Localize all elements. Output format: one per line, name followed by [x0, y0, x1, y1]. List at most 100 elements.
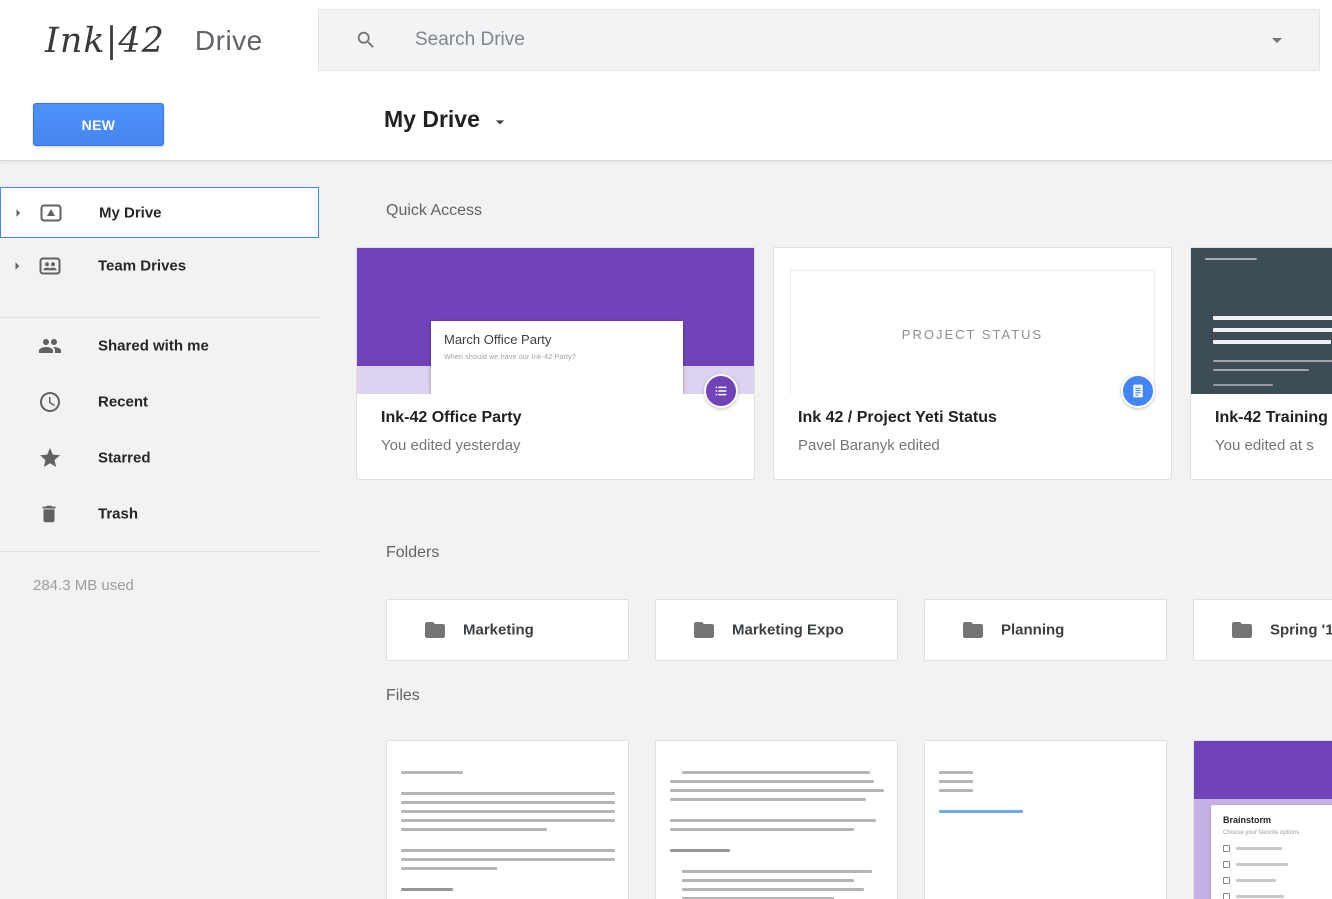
expand-arrow-icon[interactable]	[8, 257, 26, 275]
file-subtitle: Pavel Baranyk edited	[798, 437, 1147, 454]
form-preview-title: March Office Party	[444, 332, 670, 347]
form-subtitle: Choose your favorite options	[1223, 830, 1332, 836]
logo[interactable]: Ink|42 Drive	[45, 14, 263, 68]
folder-card-marketing[interactable]: Marketing	[386, 599, 629, 661]
quick-access-card-training[interactable]: Ink-42 Training You edited at s	[1190, 247, 1332, 480]
form-body: Brainstorm Choose your favorite options	[1194, 799, 1332, 899]
files-label: Files	[386, 687, 420, 705]
app-header: Ink|42 Drive	[0, 0, 1332, 81]
chevron-down-icon	[490, 112, 510, 132]
mock-text-line	[1213, 369, 1309, 371]
mock-text-line	[682, 888, 864, 891]
toolbar: NEW My Drive	[0, 81, 1332, 161]
mock-text-line	[670, 780, 874, 783]
mock-text-line	[670, 789, 884, 792]
folder-card-marketing-expo[interactable]: Marketing Expo	[655, 599, 898, 661]
folder-name: Planning	[1001, 622, 1064, 639]
mock-text-line	[1213, 360, 1332, 362]
spacer	[387, 891, 628, 899]
spacer	[387, 870, 628, 882]
card-footer: Ink-42 Office Party You edited yesterday	[357, 394, 754, 479]
mock-text-line	[1236, 879, 1276, 882]
mock-text-line	[1213, 328, 1332, 332]
search-bar[interactable]	[318, 9, 1320, 71]
folder-name: Spring '1	[1270, 622, 1332, 639]
mock-text-line	[682, 879, 854, 882]
content-area: My Drive Team Drives Shared with me Rece…	[0, 161, 1332, 899]
quick-access-card-project-yeti[interactable]: PROJECT STATUS Ink 42 / Project Yeti Sta…	[773, 247, 1172, 480]
checkbox-icon	[1223, 877, 1230, 884]
file-title: Ink-42 Training	[1215, 409, 1332, 427]
checkbox-icon	[1223, 845, 1230, 852]
spacer	[656, 801, 897, 813]
quick-access-card-office-party[interactable]: March Office Party When should we have o…	[356, 247, 755, 480]
mock-text-line	[670, 819, 876, 822]
mock-text-line	[401, 792, 615, 795]
storage-used-label: 284.3 MB used	[33, 577, 134, 594]
folders-label: Folders	[386, 544, 439, 562]
my-drive-icon	[39, 201, 63, 225]
drive-app: Ink|42 Drive NEW My Drive	[0, 0, 1332, 899]
folder-name: Marketing Expo	[732, 622, 844, 639]
spacer	[656, 852, 897, 864]
sidebar-item-label: Recent	[98, 394, 148, 411]
sidebar-item-label: Shared with me	[98, 338, 209, 355]
doc-preview-page: PROJECT STATUS	[790, 270, 1155, 394]
file-thumbnail: PROJECT STATUS	[774, 248, 1171, 394]
spacer	[925, 792, 1166, 804]
spacer	[656, 831, 897, 843]
file-card-notes[interactable]	[655, 740, 898, 899]
folder-card-planning[interactable]: Planning	[924, 599, 1167, 661]
folder-icon	[1230, 618, 1254, 642]
page-title-text: My Drive	[384, 106, 480, 133]
mock-text-line	[401, 819, 615, 822]
folder-icon	[692, 618, 716, 642]
expand-arrow-icon[interactable]	[9, 204, 27, 222]
file-card-letter[interactable]	[386, 740, 629, 899]
form-preview-subtitle: When should we have our Ink-42 Party?	[444, 354, 670, 361]
mock-text-line	[1205, 258, 1257, 260]
sidebar-item-shared-with-me[interactable]: Shared with me	[0, 318, 320, 374]
form-checkbox-option	[1223, 877, 1332, 884]
form-checkbox-option	[1223, 845, 1332, 852]
mock-text-line	[939, 810, 1023, 813]
card-footer: Ink-42 Training You edited at s	[1191, 394, 1332, 479]
sidebar-item-trash[interactable]: Trash	[0, 486, 320, 542]
doc-preview-title: PROJECT STATUS	[791, 327, 1154, 342]
sidebar-item-my-drive[interactable]: My Drive	[0, 187, 319, 238]
clock-icon	[38, 390, 62, 414]
form-checkbox-option	[1223, 893, 1332, 899]
team-drives-icon	[38, 254, 62, 278]
mock-text-line	[682, 870, 872, 873]
search-input[interactable]	[415, 10, 1235, 70]
file-title: Ink-42 Office Party	[381, 409, 730, 427]
form-header-band	[1194, 741, 1332, 799]
app-name-label: Drive	[195, 25, 263, 57]
sidebar-item-team-drives[interactable]: Team Drives	[0, 240, 320, 292]
mock-text-line	[939, 780, 973, 783]
folder-card-spring[interactable]: Spring '1	[1193, 599, 1332, 661]
mock-text-line	[1213, 384, 1273, 386]
brand-logo: Ink|42	[45, 21, 165, 61]
card-footer: Ink 42 / Project Yeti Status Pavel Baran…	[774, 394, 1171, 479]
form-title: Brainstorm	[1223, 815, 1332, 825]
mock-text-line	[401, 849, 615, 852]
file-card-brainstorm-form[interactable]: Brainstorm Choose your favorite options	[1193, 740, 1332, 899]
mock-text-line	[1213, 316, 1332, 320]
file-thumbnail	[656, 741, 897, 899]
new-button[interactable]: NEW	[33, 103, 164, 146]
file-subtitle: You edited at s	[1215, 437, 1332, 454]
sidebar-divider	[0, 551, 320, 552]
mock-text-line	[401, 810, 615, 813]
sidebar-item-recent[interactable]: Recent	[0, 374, 320, 430]
form-question-card: Brainstorm Choose your favorite options	[1211, 805, 1332, 899]
file-card-memo[interactable]	[924, 740, 1167, 899]
star-icon	[38, 446, 62, 470]
folder-name: Marketing	[463, 622, 534, 639]
page-title[interactable]: My Drive	[384, 106, 510, 133]
search-options-arrow-icon[interactable]	[1265, 28, 1289, 52]
search-icon[interactable]	[355, 29, 377, 51]
quick-access-label: Quick Access	[386, 202, 482, 220]
sidebar-item-starred[interactable]: Starred	[0, 430, 320, 486]
mock-text-line	[1236, 847, 1282, 850]
